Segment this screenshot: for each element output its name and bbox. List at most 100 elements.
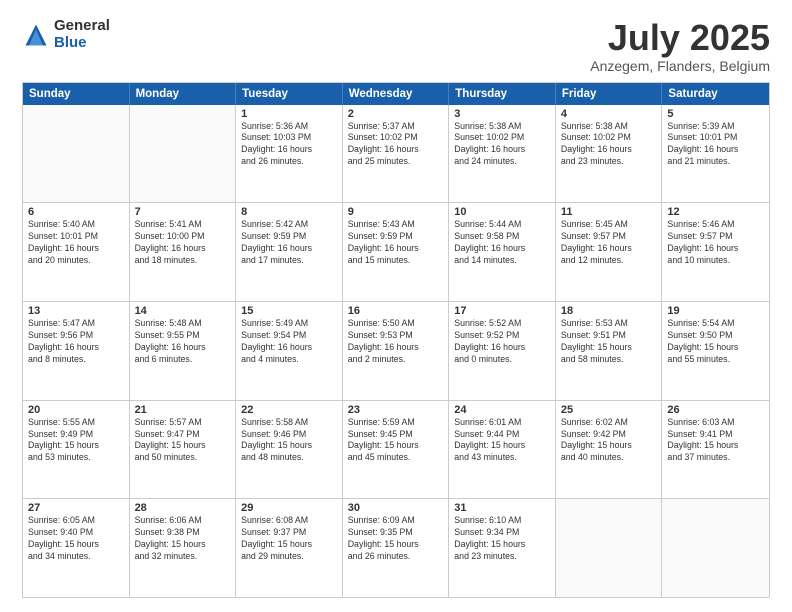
day-info: Sunrise: 5:49 AM Sunset: 9:54 PM Dayligh… bbox=[241, 318, 337, 366]
day-info: Sunrise: 5:45 AM Sunset: 9:57 PM Dayligh… bbox=[561, 219, 657, 267]
day-number: 11 bbox=[561, 206, 657, 218]
day-number: 12 bbox=[667, 206, 764, 218]
day-cell-28: 28Sunrise: 6:06 AM Sunset: 9:38 PM Dayli… bbox=[130, 499, 237, 597]
day-cell-12: 12Sunrise: 5:46 AM Sunset: 9:57 PM Dayli… bbox=[662, 203, 769, 301]
day-info: Sunrise: 5:50 AM Sunset: 9:53 PM Dayligh… bbox=[348, 318, 444, 366]
day-info: Sunrise: 5:52 AM Sunset: 9:52 PM Dayligh… bbox=[454, 318, 550, 366]
header-day-friday: Friday bbox=[556, 83, 663, 105]
day-number: 2 bbox=[348, 108, 444, 120]
day-cell-3: 3Sunrise: 5:38 AM Sunset: 10:02 PM Dayli… bbox=[449, 105, 556, 203]
day-cell-29: 29Sunrise: 6:08 AM Sunset: 9:37 PM Dayli… bbox=[236, 499, 343, 597]
header-day-monday: Monday bbox=[130, 83, 237, 105]
day-info: Sunrise: 6:05 AM Sunset: 9:40 PM Dayligh… bbox=[28, 515, 124, 563]
day-info: Sunrise: 5:38 AM Sunset: 10:02 PM Daylig… bbox=[454, 121, 550, 169]
calendar-week-2: 6Sunrise: 5:40 AM Sunset: 10:01 PM Dayli… bbox=[23, 202, 769, 301]
day-cell-8: 8Sunrise: 5:42 AM Sunset: 9:59 PM Daylig… bbox=[236, 203, 343, 301]
day-info: Sunrise: 5:59 AM Sunset: 9:45 PM Dayligh… bbox=[348, 417, 444, 465]
day-info: Sunrise: 5:46 AM Sunset: 9:57 PM Dayligh… bbox=[667, 219, 764, 267]
day-cell-7: 7Sunrise: 5:41 AM Sunset: 10:00 PM Dayli… bbox=[130, 203, 237, 301]
day-number: 30 bbox=[348, 502, 444, 514]
day-cell-10: 10Sunrise: 5:44 AM Sunset: 9:58 PM Dayli… bbox=[449, 203, 556, 301]
day-number: 17 bbox=[454, 305, 550, 317]
day-number: 8 bbox=[241, 206, 337, 218]
day-number: 29 bbox=[241, 502, 337, 514]
day-cell-9: 9Sunrise: 5:43 AM Sunset: 9:59 PM Daylig… bbox=[343, 203, 450, 301]
day-cell-empty bbox=[130, 105, 237, 203]
day-cell-19: 19Sunrise: 5:54 AM Sunset: 9:50 PM Dayli… bbox=[662, 302, 769, 400]
day-number: 4 bbox=[561, 108, 657, 120]
logo: General Blue bbox=[22, 18, 110, 51]
day-cell-empty bbox=[556, 499, 663, 597]
day-cell-6: 6Sunrise: 5:40 AM Sunset: 10:01 PM Dayli… bbox=[23, 203, 130, 301]
day-info: Sunrise: 6:09 AM Sunset: 9:35 PM Dayligh… bbox=[348, 515, 444, 563]
page: General Blue July 2025 Anzegem, Flanders… bbox=[0, 0, 792, 612]
day-cell-4: 4Sunrise: 5:38 AM Sunset: 10:02 PM Dayli… bbox=[556, 105, 663, 203]
day-cell-25: 25Sunrise: 6:02 AM Sunset: 9:42 PM Dayli… bbox=[556, 401, 663, 499]
day-number: 5 bbox=[667, 108, 764, 120]
day-number: 13 bbox=[28, 305, 124, 317]
day-info: Sunrise: 5:41 AM Sunset: 10:00 PM Daylig… bbox=[135, 219, 231, 267]
header-day-thursday: Thursday bbox=[449, 83, 556, 105]
header-day-sunday: Sunday bbox=[23, 83, 130, 105]
title-block: July 2025 Anzegem, Flanders, Belgium bbox=[590, 18, 770, 74]
day-number: 6 bbox=[28, 206, 124, 218]
day-number: 20 bbox=[28, 404, 124, 416]
day-number: 24 bbox=[454, 404, 550, 416]
day-info: Sunrise: 5:44 AM Sunset: 9:58 PM Dayligh… bbox=[454, 219, 550, 267]
day-cell-16: 16Sunrise: 5:50 AM Sunset: 9:53 PM Dayli… bbox=[343, 302, 450, 400]
day-number: 9 bbox=[348, 206, 444, 218]
day-cell-15: 15Sunrise: 5:49 AM Sunset: 9:54 PM Dayli… bbox=[236, 302, 343, 400]
day-number: 10 bbox=[454, 206, 550, 218]
header: General Blue July 2025 Anzegem, Flanders… bbox=[22, 18, 770, 74]
day-info: Sunrise: 5:47 AM Sunset: 9:56 PM Dayligh… bbox=[28, 318, 124, 366]
calendar-week-5: 27Sunrise: 6:05 AM Sunset: 9:40 PM Dayli… bbox=[23, 498, 769, 597]
header-day-saturday: Saturday bbox=[662, 83, 769, 105]
day-info: Sunrise: 6:06 AM Sunset: 9:38 PM Dayligh… bbox=[135, 515, 231, 563]
day-cell-18: 18Sunrise: 5:53 AM Sunset: 9:51 PM Dayli… bbox=[556, 302, 663, 400]
day-number: 1 bbox=[241, 108, 337, 120]
logo-general: General bbox=[54, 18, 110, 35]
day-info: Sunrise: 6:01 AM Sunset: 9:44 PM Dayligh… bbox=[454, 417, 550, 465]
logo-text: General Blue bbox=[54, 18, 110, 51]
day-info: Sunrise: 5:48 AM Sunset: 9:55 PM Dayligh… bbox=[135, 318, 231, 366]
day-number: 16 bbox=[348, 305, 444, 317]
day-number: 14 bbox=[135, 305, 231, 317]
day-cell-21: 21Sunrise: 5:57 AM Sunset: 9:47 PM Dayli… bbox=[130, 401, 237, 499]
day-cell-30: 30Sunrise: 6:09 AM Sunset: 9:35 PM Dayli… bbox=[343, 499, 450, 597]
day-info: Sunrise: 5:39 AM Sunset: 10:01 PM Daylig… bbox=[667, 121, 764, 169]
day-number: 23 bbox=[348, 404, 444, 416]
day-cell-24: 24Sunrise: 6:01 AM Sunset: 9:44 PM Dayli… bbox=[449, 401, 556, 499]
day-number: 26 bbox=[667, 404, 764, 416]
header-day-wednesday: Wednesday bbox=[343, 83, 450, 105]
day-number: 31 bbox=[454, 502, 550, 514]
day-info: Sunrise: 5:58 AM Sunset: 9:46 PM Dayligh… bbox=[241, 417, 337, 465]
day-cell-20: 20Sunrise: 5:55 AM Sunset: 9:49 PM Dayli… bbox=[23, 401, 130, 499]
day-number: 21 bbox=[135, 404, 231, 416]
day-cell-27: 27Sunrise: 6:05 AM Sunset: 9:40 PM Dayli… bbox=[23, 499, 130, 597]
day-number: 28 bbox=[135, 502, 231, 514]
day-number: 19 bbox=[667, 305, 764, 317]
header-day-tuesday: Tuesday bbox=[236, 83, 343, 105]
day-info: Sunrise: 5:36 AM Sunset: 10:03 PM Daylig… bbox=[241, 121, 337, 169]
location: Anzegem, Flanders, Belgium bbox=[590, 58, 770, 74]
logo-icon bbox=[22, 21, 50, 49]
calendar-header: SundayMondayTuesdayWednesdayThursdayFrid… bbox=[23, 83, 769, 105]
day-cell-31: 31Sunrise: 6:10 AM Sunset: 9:34 PM Dayli… bbox=[449, 499, 556, 597]
day-cell-17: 17Sunrise: 5:52 AM Sunset: 9:52 PM Dayli… bbox=[449, 302, 556, 400]
day-cell-23: 23Sunrise: 5:59 AM Sunset: 9:45 PM Dayli… bbox=[343, 401, 450, 499]
day-info: Sunrise: 5:37 AM Sunset: 10:02 PM Daylig… bbox=[348, 121, 444, 169]
day-number: 25 bbox=[561, 404, 657, 416]
day-cell-14: 14Sunrise: 5:48 AM Sunset: 9:55 PM Dayli… bbox=[130, 302, 237, 400]
day-info: Sunrise: 5:40 AM Sunset: 10:01 PM Daylig… bbox=[28, 219, 124, 267]
day-number: 7 bbox=[135, 206, 231, 218]
day-info: Sunrise: 6:02 AM Sunset: 9:42 PM Dayligh… bbox=[561, 417, 657, 465]
day-number: 18 bbox=[561, 305, 657, 317]
logo-blue: Blue bbox=[54, 35, 110, 52]
day-info: Sunrise: 5:53 AM Sunset: 9:51 PM Dayligh… bbox=[561, 318, 657, 366]
month-title: July 2025 bbox=[590, 18, 770, 58]
day-cell-1: 1Sunrise: 5:36 AM Sunset: 10:03 PM Dayli… bbox=[236, 105, 343, 203]
day-info: Sunrise: 5:43 AM Sunset: 9:59 PM Dayligh… bbox=[348, 219, 444, 267]
day-info: Sunrise: 5:55 AM Sunset: 9:49 PM Dayligh… bbox=[28, 417, 124, 465]
calendar: SundayMondayTuesdayWednesdayThursdayFrid… bbox=[22, 82, 770, 598]
day-number: 27 bbox=[28, 502, 124, 514]
